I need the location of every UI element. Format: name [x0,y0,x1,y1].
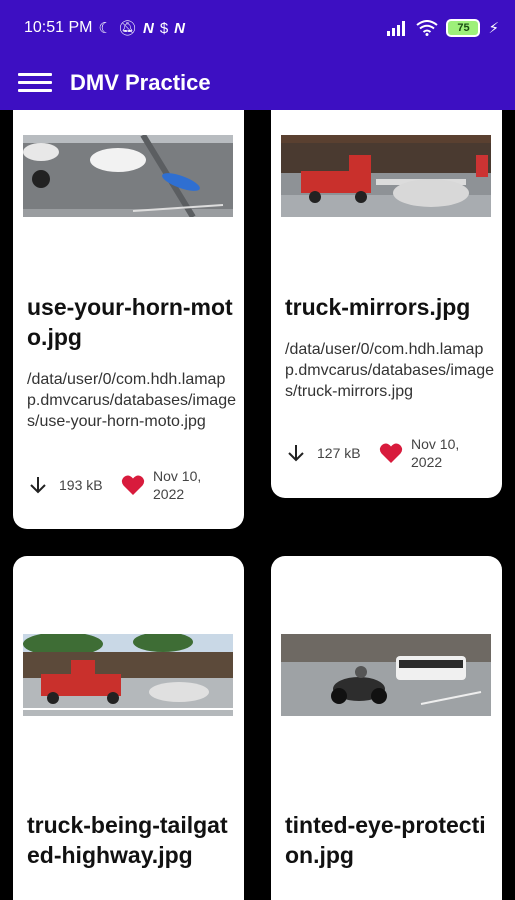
file-date: Nov 10, 2022 [411,436,460,470]
image-name: tinted-eye-protection.jpg [285,812,486,868]
status-bar: 10:51 PM ☾ 🔕︎ N $ N 75 ⚡︎ [0,0,515,56]
n-icon: N [174,19,186,37]
download-icon [288,445,304,462]
image-meta: 193 kB Nov 10, 2022 [27,465,236,505]
status-left: 10:51 PM ☾ 🔕︎ N $ N [24,19,185,37]
image-thumbnail [23,634,233,716]
battery-icon: 75 [446,19,481,37]
wifi-icon [416,20,439,36]
image-card[interactable]: tinted-eye-protection.jpg [271,556,502,900]
download-icon [30,477,46,494]
file-date: Nov 10, 2022 [153,468,202,502]
image-name: use-your-horn-moto.jpg [27,294,233,350]
image-path: /data/user/0/com.hdh.lamapp.dmvcarus/dat… [27,371,236,430]
status-time: 10:51 PM [24,19,93,36]
signal-icon [387,21,406,36]
image-meta: 127 kB Nov 10, 2022 [285,433,494,473]
image-name: truck-mirrors.jpg [285,294,471,320]
image-card[interactable]: truck-being-tailgated-highway.jpg [13,556,244,900]
charging-icon: ⚡︎ [488,20,499,37]
file-size: 127 kB [317,445,361,461]
bell-off-icon: 🔕︎ [117,20,137,37]
heart-icon[interactable] [121,474,145,496]
moon-icon: ☾ [98,20,112,37]
image-card[interactable]: use-your-horn-moto.jpg /data/user/0/com.… [13,110,244,529]
image-grid[interactable]: use-your-horn-moto.jpg /data/user/0/com.… [0,110,515,900]
app-title: DMV Practice [70,70,211,95]
image-thumbnail [281,634,491,716]
app-bar: DMV Practice [0,56,515,110]
image-name: truck-being-tailgated-highway.jpg [27,812,228,868]
status-right: 75 ⚡︎ [386,19,499,37]
file-size: 193 kB [59,477,103,493]
image-thumbnail [23,135,233,217]
image-card[interactable]: truck-mirrors.jpg /data/user/0/com.hdh.l… [271,110,502,498]
n-icon: N [142,19,154,37]
dollar-icon: $ [159,19,169,37]
image-path: /data/user/0/com.hdh.lamapp.dmvcarus/dat… [285,341,494,400]
image-thumbnail [281,135,491,217]
menu-icon[interactable] [18,71,52,95]
heart-icon[interactable] [379,442,403,464]
